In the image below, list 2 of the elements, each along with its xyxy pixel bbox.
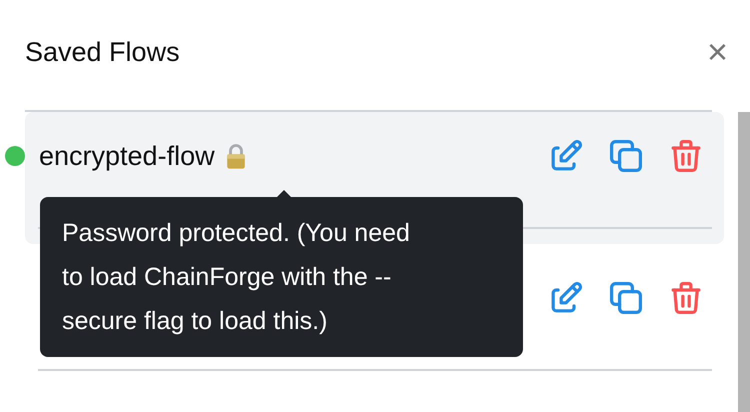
panel-title: Saved Flows bbox=[25, 36, 180, 68]
tooltip: Password protected. (You need to load ChainForge with the --secure flag to load this.) bbox=[40, 197, 523, 357]
